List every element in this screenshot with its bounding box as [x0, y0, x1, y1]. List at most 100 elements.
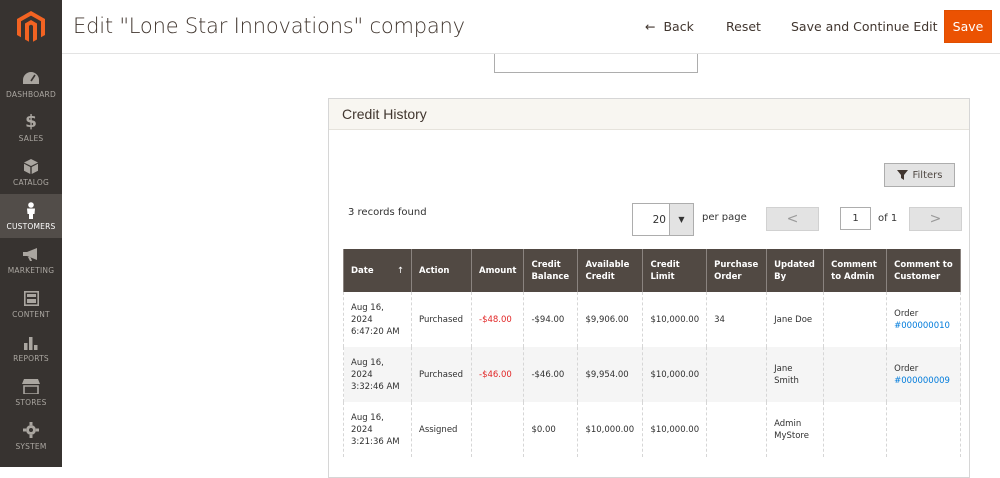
- cell-updated-by: Jane Doe: [766, 292, 825, 347]
- cell-date: Aug 16, 2024 6:47:20 AM: [343, 292, 412, 347]
- page-number-input[interactable]: 1: [840, 207, 871, 230]
- cell-action: Purchased: [411, 347, 472, 402]
- cell-date: Aug 16, 2024 3:21:36 AM: [343, 402, 412, 457]
- column-header-available-credit[interactable]: Available Credit: [577, 249, 644, 292]
- per-page-label: per page: [702, 212, 747, 223]
- cell-available-credit: $10,000.00: [577, 402, 644, 457]
- dashboard-icon: [23, 69, 39, 87]
- cell-credit-balance: -$46.00: [523, 347, 579, 402]
- sidebar-item-customers[interactable]: CUSTOMERS: [0, 194, 62, 238]
- credit-history-panel: Credit History Filters 3 records found 2…: [328, 98, 970, 478]
- cell-updated-by: Jane Smith: [766, 347, 825, 402]
- layout-icon: [23, 289, 39, 307]
- sort-arrow-icon: ↑: [396, 265, 404, 276]
- sidebar-item-reports[interactable]: REPORTS: [0, 326, 62, 370]
- funnel-icon: [896, 170, 908, 180]
- credit-history-title: Credit History: [329, 99, 969, 130]
- sidebar-item-content[interactable]: CONTENT: [0, 282, 62, 326]
- order-link[interactable]: #000000009: [894, 376, 950, 386]
- save-and-continue-button[interactable]: Save and Continue Edit: [791, 10, 938, 43]
- sidebar-item-label: REPORTS: [13, 354, 49, 363]
- cell-credit-limit: $10,000.00: [642, 347, 708, 402]
- column-header-credit-balance[interactable]: Credit Balance: [523, 249, 579, 292]
- chevron-down-icon[interactable]: ▼: [669, 204, 693, 235]
- column-header-date[interactable]: Date ↑: [343, 249, 412, 292]
- cell-purchase-order: 34: [706, 292, 768, 347]
- dollar-icon: $: [25, 112, 37, 132]
- records-found: 3 records found: [348, 207, 427, 218]
- page-header: Edit "Lone Star Innovations" company ← B…: [62, 0, 1000, 54]
- storefront-icon: [22, 377, 40, 395]
- cell-credit-limit: $10,000.00: [642, 402, 708, 457]
- cell-amount: -$46.00: [470, 347, 525, 402]
- table-row: Aug 16, 2024 6:47:20 AM Purchased -$48.00-…: [343, 292, 962, 347]
- column-header-amount[interactable]: Amount: [470, 249, 525, 292]
- cell-comment-admin: [823, 402, 888, 457]
- table-row: Aug 16, 2024 3:32:46 AM Purchased -$46.00-…: [343, 347, 962, 402]
- admin-sidebar: DASHBOARD $ SALES CATALOG CUSTOMERS MARKETING…: [0, 0, 62, 467]
- magento-logo-icon: [17, 11, 45, 42]
- save-button[interactable]: Save: [944, 10, 992, 43]
- per-page-value: 20: [652, 213, 666, 226]
- sidebar-item-label: SYSTEM: [15, 442, 47, 451]
- column-header-comment-customer[interactable]: Comment to Customer: [886, 249, 962, 292]
- person-icon: [26, 201, 36, 219]
- magento-logo[interactable]: [0, 0, 62, 54]
- sidebar-item-label: CONTENT: [12, 310, 50, 319]
- filters-label: Filters: [912, 169, 943, 181]
- sidebar-item-label: CATALOG: [13, 178, 49, 187]
- per-page-select[interactable]: 20 ▼: [632, 203, 694, 236]
- column-header-purchase-order[interactable]: Purchase Order: [706, 249, 768, 292]
- bar-chart-icon: [24, 333, 38, 351]
- cell-updated-by: Admin MyStore: [766, 402, 825, 457]
- sidebar-item-label: CUSTOMERS: [6, 222, 56, 231]
- sidebar-item-system[interactable]: SYSTEM: [0, 414, 62, 458]
- cell-comment-customer: [886, 402, 962, 457]
- cell-action: Purchased: [411, 292, 472, 347]
- cell-comment-admin: [823, 347, 888, 402]
- cell-amount: [470, 402, 525, 457]
- filters-button[interactable]: Filters: [884, 163, 955, 187]
- previous-page-button[interactable]: <: [766, 207, 819, 231]
- sidebar-item-label: SALES: [18, 134, 44, 143]
- column-header-updated-by[interactable]: Updated By: [766, 249, 825, 292]
- comment-customer-text: Order: [894, 308, 919, 319]
- sidebar-item-dashboard[interactable]: DASHBOARD: [0, 62, 62, 106]
- cell-purchase-order: [706, 347, 768, 402]
- table-row: Aug 16, 2024 3:21:36 AM Assigned $0.00 $10,…: [343, 402, 962, 457]
- cell-credit-balance: -$94.00: [523, 292, 579, 347]
- next-page-button[interactable]: >: [909, 207, 962, 231]
- megaphone-icon: [22, 245, 40, 263]
- credit-history-table: Date ↑ Action Amount Credit Balance Avail…: [343, 249, 962, 457]
- gear-icon: [23, 421, 39, 439]
- column-header-comment-admin[interactable]: Comment to Admin: [823, 249, 888, 292]
- page-count: of 1: [878, 213, 898, 224]
- cell-comment-admin: [823, 292, 888, 347]
- page-title: Edit "Lone Star Innovations" company: [73, 14, 465, 38]
- back-arrow-icon: ←: [645, 19, 656, 34]
- cell-comment-customer: Order #000000010: [886, 292, 962, 347]
- reset-button[interactable]: Reset: [726, 10, 761, 43]
- sidebar-item-label: MARKETING: [7, 266, 55, 275]
- sidebar-item-label: DASHBOARD: [6, 90, 56, 99]
- order-link[interactable]: #000000010: [894, 321, 950, 331]
- sidebar-item-sales[interactable]: $ SALES: [0, 106, 62, 150]
- cell-amount: -$48.00: [470, 292, 525, 347]
- back-button[interactable]: ← Back: [645, 10, 694, 43]
- column-header-credit-limit[interactable]: Credit Limit: [642, 249, 708, 292]
- cell-date: Aug 16, 2024 3:32:46 AM: [343, 347, 412, 402]
- cube-icon: [24, 157, 38, 175]
- cell-comment-customer: Order #000000009: [886, 347, 962, 402]
- cell-available-credit: $9,906.00: [577, 292, 644, 347]
- back-button-label: Back: [663, 19, 694, 34]
- cell-available-credit: $9,954.00: [577, 347, 644, 402]
- cell-credit-balance: $0.00: [523, 402, 579, 457]
- column-header-action[interactable]: Action: [411, 249, 472, 292]
- sidebar-item-stores[interactable]: STORES: [0, 370, 62, 414]
- cell-action: Assigned: [411, 402, 472, 457]
- cell-credit-limit: $10,000.00: [642, 292, 708, 347]
- sidebar-item-catalog[interactable]: CATALOG: [0, 150, 62, 194]
- comment-customer-text: Order: [894, 363, 919, 374]
- sidebar-item-marketing[interactable]: MARKETING: [0, 238, 62, 282]
- scrolled-field-bottom[interactable]: [494, 54, 698, 73]
